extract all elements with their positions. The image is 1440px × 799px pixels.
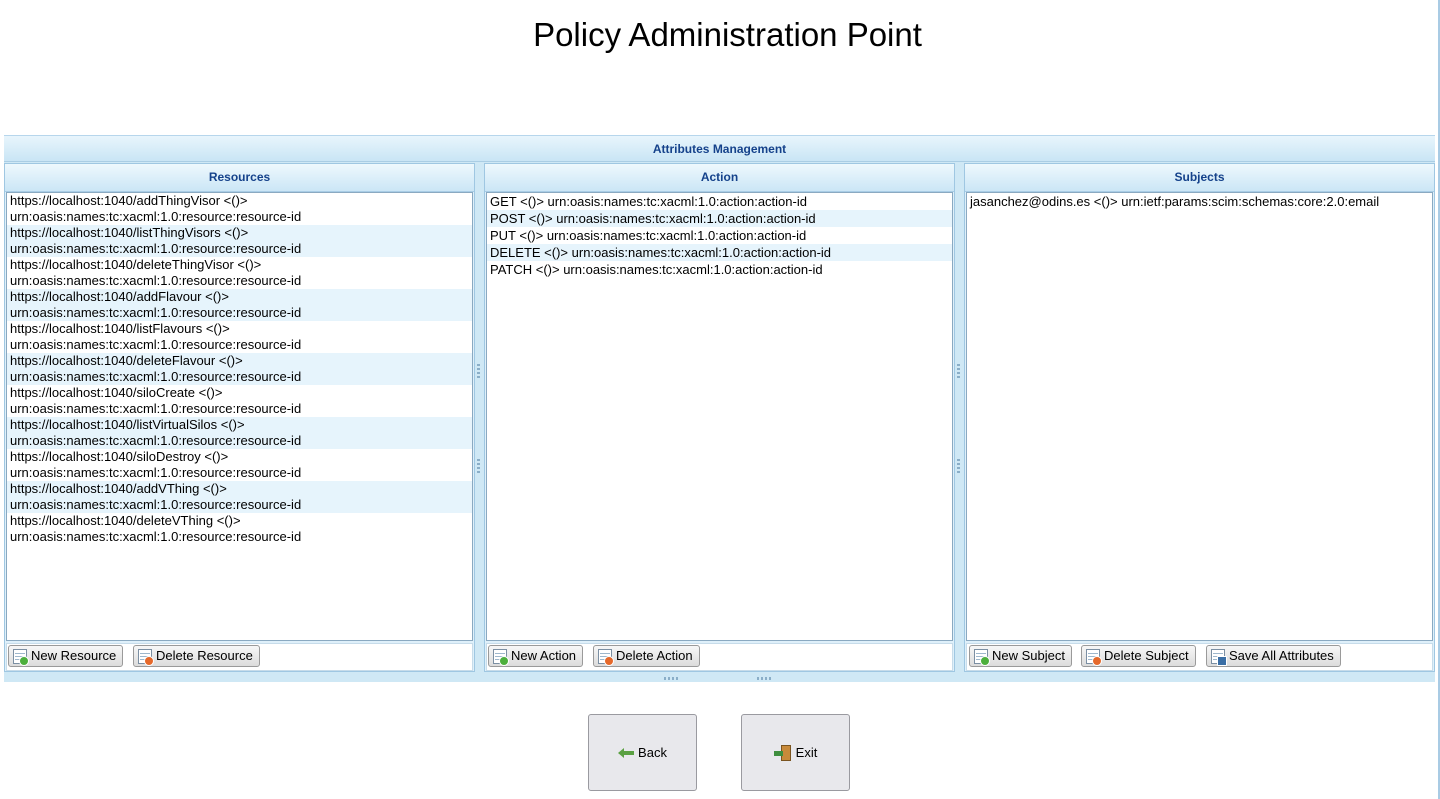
resource-url: https://localhost:1040/deleteVThing <()> (10, 513, 241, 528)
list-item[interactable]: https://localhost:1040/listVirtualSilos … (7, 417, 472, 449)
save-icon (1211, 648, 1227, 666)
actions-toolbar: New Action Delete Action (486, 643, 953, 671)
exit-button[interactable]: Exit (741, 714, 850, 791)
resource-attribute-id: urn:oasis:names:tc:xacml:1.0:resource:re… (10, 529, 302, 544)
list-item[interactable]: DELETE <()> urn:oasis:names:tc:xacml:1.0… (487, 244, 952, 261)
splitter-handle[interactable] (957, 459, 960, 475)
subjects-column: Subjects jasanchez@odins.es <()> urn:iet… (964, 163, 1435, 672)
splitter-handle[interactable] (957, 364, 960, 380)
list-item[interactable]: POST <()> urn:oasis:names:tc:xacml:1.0:a… (487, 210, 952, 227)
resource-url: https://localhost:1040/siloDestroy <()> (10, 449, 229, 464)
back-label: Back (638, 745, 667, 760)
delete-action-label: Delete Action (616, 648, 693, 663)
splitter-handle[interactable] (477, 364, 480, 380)
splitter-handle[interactable] (664, 677, 678, 680)
resource-attribute-id: urn:oasis:names:tc:xacml:1.0:resource:re… (10, 433, 302, 448)
list-item[interactable]: https://localhost:1040/addFlavour <()> ur… (7, 289, 472, 321)
resources-column: Resources https://localhost:1040/addThin… (4, 163, 475, 672)
list-item[interactable]: https://localhost:1040/siloDestroy <()> u… (7, 449, 472, 481)
resource-url: https://localhost:1040/listThingVisors <… (10, 225, 249, 240)
subjects-list[interactable]: jasanchez@odins.es <()> urn:ietf:params:… (966, 192, 1433, 641)
delete-document-icon (598, 648, 614, 666)
resource-attribute-id: urn:oasis:names:tc:xacml:1.0:resource:re… (10, 465, 302, 480)
list-item[interactable]: https://localhost:1040/addThingVisor <()… (7, 193, 472, 225)
resource-attribute-id: urn:oasis:names:tc:xacml:1.0:resource:re… (10, 209, 302, 224)
list-item[interactable]: https://localhost:1040/deleteVThing <()>… (7, 513, 472, 545)
exit-label: Exit (795, 745, 818, 760)
delete-resource-label: Delete Resource (156, 648, 253, 663)
subjects-header: Subjects (965, 164, 1434, 192)
resources-toolbar: New Resource Delete Resource (6, 643, 473, 671)
attributes-management-panel: Attributes Management Resources https://… (4, 135, 1435, 682)
resource-attribute-id: urn:oasis:names:tc:xacml:1.0:resource:re… (10, 305, 302, 320)
panel-header: Attributes Management (4, 136, 1435, 162)
page-title: Policy Administration Point (533, 16, 922, 53)
new-resource-button[interactable]: New Resource (8, 645, 124, 667)
resource-url: https://localhost:1040/addFlavour <()> (10, 289, 229, 304)
list-item[interactable]: GET <()> urn:oasis:names:tc:xacml:1.0:ac… (487, 193, 952, 210)
resource-attribute-id: urn:oasis:names:tc:xacml:1.0:resource:re… (10, 401, 302, 416)
list-item[interactable]: https://localhost:1040/listThingVisors <… (7, 225, 472, 257)
resource-attribute-id: urn:oasis:names:tc:xacml:1.0:resource:re… (10, 273, 302, 288)
new-subject-button[interactable]: New Subject (969, 645, 1072, 667)
resource-attribute-id: urn:oasis:names:tc:xacml:1.0:resource:re… (10, 337, 302, 352)
resource-url: https://localhost:1040/addVThing <()> (10, 481, 227, 496)
splitter-handle[interactable] (757, 677, 771, 680)
back-button[interactable]: Back (588, 714, 697, 791)
resource-attribute-id: urn:oasis:names:tc:xacml:1.0:resource:re… (10, 497, 302, 512)
actions-list[interactable]: GET <()> urn:oasis:names:tc:xacml:1.0:ac… (486, 192, 953, 641)
list-item[interactable]: https://localhost:1040/listFlavours <()>… (7, 321, 472, 353)
resource-url: https://localhost:1040/deleteThingVisor … (10, 257, 262, 272)
resource-url: https://localhost:1040/addThingVisor <()… (10, 193, 248, 208)
new-document-icon (974, 648, 990, 666)
resources-list[interactable]: https://localhost:1040/addThingVisor <()… (6, 192, 473, 641)
resource-attribute-id: urn:oasis:names:tc:xacml:1.0:resource:re… (10, 369, 302, 384)
resources-header: Resources (5, 164, 474, 192)
list-item[interactable]: https://localhost:1040/addVThing <()> urn… (7, 481, 472, 513)
resource-url: https://localhost:1040/siloCreate <()> (10, 385, 223, 400)
resource-url: https://localhost:1040/listVirtualSilos … (10, 417, 245, 432)
list-item[interactable]: https://localhost:1040/deleteThingVisor … (7, 257, 472, 289)
subjects-toolbar: New Subject Delete Subject Save All Attr… (966, 643, 1433, 671)
new-document-icon (493, 648, 509, 666)
back-arrow-icon (618, 747, 635, 758)
list-item[interactable]: jasanchez@odins.es <()> urn:ietf:params:… (967, 193, 1432, 210)
splitter-handle[interactable] (477, 459, 480, 475)
delete-subject-button[interactable]: Delete Subject (1081, 645, 1196, 667)
delete-document-icon (138, 648, 154, 666)
save-all-attributes-button[interactable]: Save All Attributes (1206, 645, 1341, 667)
exit-door-icon (773, 744, 792, 761)
new-resource-label: New Resource (31, 648, 117, 663)
new-subject-label: New Subject (992, 648, 1065, 663)
resource-attribute-id: urn:oasis:names:tc:xacml:1.0:resource:re… (10, 241, 302, 256)
resource-url: https://localhost:1040/listFlavours <()> (10, 321, 230, 336)
delete-resource-button[interactable]: Delete Resource (133, 645, 260, 667)
list-item[interactable]: PUT <()> urn:oasis:names:tc:xacml:1.0:ac… (487, 227, 952, 244)
delete-subject-label: Delete Subject (1104, 648, 1189, 663)
resource-url: https://localhost:1040/deleteFlavour <()… (10, 353, 243, 368)
new-document-icon (13, 648, 29, 666)
action-column: Action GET <()> urn:oasis:names:tc:xacml… (484, 163, 955, 672)
action-header: Action (485, 164, 954, 192)
new-action-button[interactable]: New Action (488, 645, 584, 667)
list-item[interactable]: https://localhost:1040/siloCreate <()> ur… (7, 385, 472, 417)
list-item[interactable]: PATCH <()> urn:oasis:names:tc:xacml:1.0:… (487, 261, 952, 278)
save-all-attributes-label: Save All Attributes (1229, 648, 1334, 663)
delete-document-icon (1086, 648, 1102, 666)
delete-action-button[interactable]: Delete Action (593, 645, 700, 667)
new-action-label: New Action (511, 648, 577, 663)
list-item[interactable]: https://localhost:1040/deleteFlavour <()… (7, 353, 472, 385)
